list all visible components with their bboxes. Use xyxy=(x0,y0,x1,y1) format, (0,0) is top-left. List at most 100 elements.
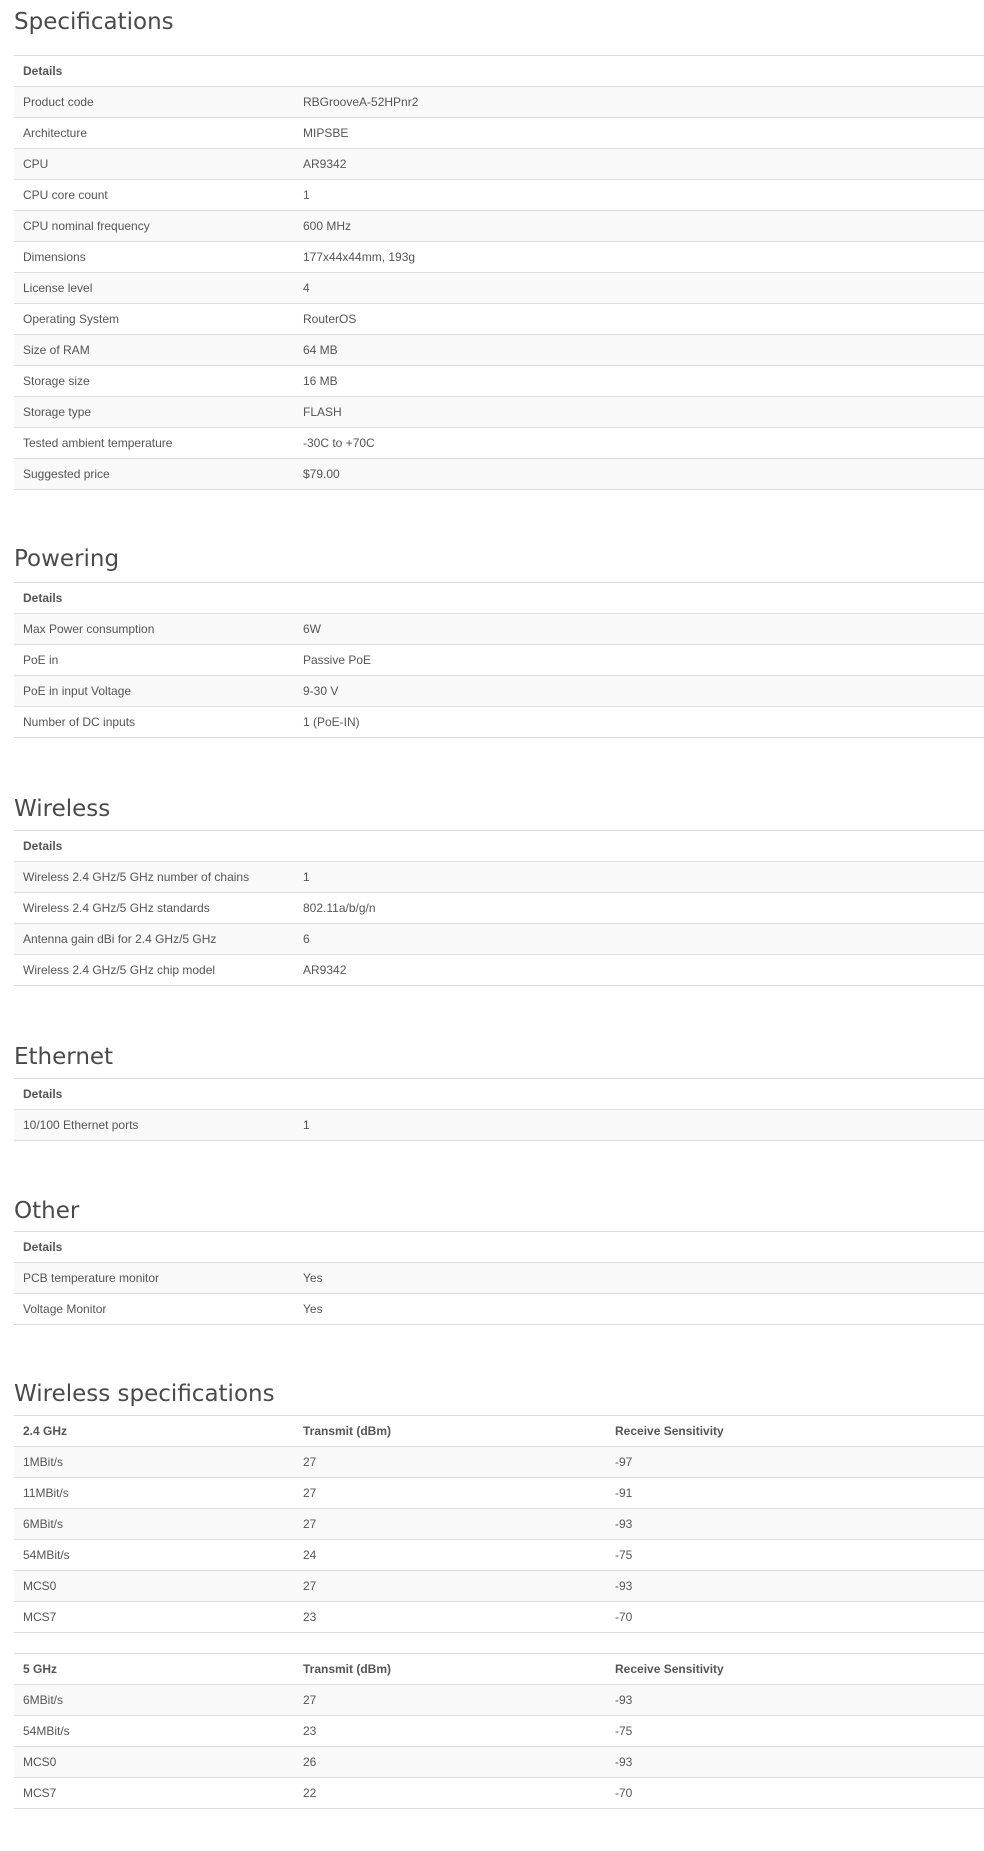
table-row: Tested ambient temperature -30C to +70C xyxy=(14,427,984,459)
spec-value: RBGrooveA-52HPnr2 xyxy=(294,86,984,118)
receive-sensitivity-cell: -93 xyxy=(606,1508,984,1540)
spec-label: CPU xyxy=(14,148,294,180)
spec-label: Wireless 2.4 GHz/5 GHz number of chains xyxy=(14,861,294,893)
receive-sensitivity-cell: -93 xyxy=(606,1746,984,1778)
table-header-details: Details xyxy=(14,830,984,862)
spec-value: 1 xyxy=(294,1109,984,1141)
section-title-ethernet: Ethernet xyxy=(14,1044,114,1070)
spec-label: Architecture xyxy=(14,117,294,149)
table-row: Voltage Monitor Yes xyxy=(14,1293,984,1325)
spec-label: Tested ambient temperature xyxy=(14,427,294,459)
spec-value: AR9342 xyxy=(294,954,984,986)
transmit-cell: 22 xyxy=(294,1777,606,1809)
table-header-details: Details xyxy=(14,55,984,87)
specifications-table: Details Product code RBGrooveA-52HPnr2 Arc… xyxy=(14,55,984,490)
section-title-wireless: Wireless xyxy=(14,796,111,822)
spec-value: RouterOS xyxy=(294,303,984,335)
receive-sensitivity-cell: -75 xyxy=(606,1539,984,1571)
table-row: Suggested price $79.00 xyxy=(14,458,984,490)
spec-label: Number of DC inputs xyxy=(14,706,294,738)
spec-value: 16 MB xyxy=(294,365,984,397)
spec-value: FLASH xyxy=(294,396,984,428)
spec-value: Passive PoE xyxy=(294,644,984,676)
rate-cell: 11MBit/s xyxy=(14,1477,294,1509)
spec-value: 6 xyxy=(294,923,984,955)
spec-label: Suggested price xyxy=(14,458,294,490)
transmit-cell: 23 xyxy=(294,1601,606,1633)
spec-value: Yes xyxy=(294,1293,984,1325)
table-row: MCS7 23 -70 xyxy=(14,1601,984,1633)
table-header-row: Details xyxy=(14,55,984,87)
transmit-cell: 27 xyxy=(294,1477,606,1509)
spec-value: 6W xyxy=(294,613,984,645)
receive-sensitivity-cell: -70 xyxy=(606,1601,984,1633)
powering-table: Details Max Power consumption 6W PoE in Pas… xyxy=(14,582,984,738)
table-row: Number of DC inputs 1 (PoE-IN) xyxy=(14,706,984,738)
spec-label: 10/100 Ethernet ports xyxy=(14,1109,294,1141)
table-row: Operating System RouterOS xyxy=(14,303,984,335)
table-header-row: Details xyxy=(14,830,984,862)
table-row: License level 4 xyxy=(14,272,984,304)
rate-cell: 6MBit/s xyxy=(14,1508,294,1540)
table-row: Architecture MIPSBE xyxy=(14,117,984,149)
other-table: Details PCB temperature monitor Yes Voltag… xyxy=(14,1231,984,1325)
section-title-specifications: Specifications xyxy=(14,9,174,35)
table-row: MCS0 27 -93 xyxy=(14,1570,984,1602)
spec-label: Wireless 2.4 GHz/5 GHz standards xyxy=(14,892,294,924)
section-title-wireless-specifications: Wireless specifications xyxy=(14,1381,275,1407)
table-header-transmit: Transmit (dBm) xyxy=(294,1415,606,1447)
transmit-cell: 24 xyxy=(294,1539,606,1571)
spec-value: 64 MB xyxy=(294,334,984,366)
rate-cell: MCS0 xyxy=(14,1570,294,1602)
rate-cell: 54MBit/s xyxy=(14,1715,294,1747)
table-header-row: Details xyxy=(14,582,984,614)
ethernet-table: Details 10/100 Ethernet ports 1 xyxy=(14,1078,984,1141)
table-row: Max Power consumption 6W xyxy=(14,613,984,645)
spec-value: AR9342 xyxy=(294,148,984,180)
spec-label: Voltage Monitor xyxy=(14,1293,294,1325)
table-header-row: Details xyxy=(14,1231,984,1263)
spec-label: PCB temperature monitor xyxy=(14,1262,294,1294)
wireless-specs-5ghz-table: 5 GHz Transmit (dBm) Receive Sensitivity… xyxy=(14,1653,984,1809)
table-row: 6MBit/s 27 -93 xyxy=(14,1508,984,1540)
table-row: Wireless 2.4 GHz/5 GHz number of chains 1 xyxy=(14,861,984,893)
spec-label: Operating System xyxy=(14,303,294,335)
spec-label: License level xyxy=(14,272,294,304)
table-row: MCS0 26 -93 xyxy=(14,1746,984,1778)
spec-value: 1 xyxy=(294,179,984,211)
spec-value: 9-30 V xyxy=(294,675,984,707)
rate-cell: 1MBit/s xyxy=(14,1446,294,1478)
table-row: Antenna gain dBi for 2.4 GHz/5 GHz 6 xyxy=(14,923,984,955)
transmit-cell: 26 xyxy=(294,1746,606,1778)
table-row: 54MBit/s 24 -75 xyxy=(14,1539,984,1571)
table-row: Wireless 2.4 GHz/5 GHz standards 802.11a/… xyxy=(14,892,984,924)
spec-value: $79.00 xyxy=(294,458,984,490)
spec-page: Specifications Details Product code RBGro… xyxy=(0,0,984,1809)
receive-sensitivity-cell: -97 xyxy=(606,1446,984,1478)
spec-value: 802.11a/b/g/n xyxy=(294,892,984,924)
spec-value: 177x44x44mm, 193g xyxy=(294,241,984,273)
spec-label: CPU core count xyxy=(14,179,294,211)
wireless-table: Details Wireless 2.4 GHz/5 GHz number of… xyxy=(14,830,984,986)
spec-value: 1 xyxy=(294,861,984,893)
spec-label: Antenna gain dBi for 2.4 GHz/5 GHz xyxy=(14,923,294,955)
spec-value: 4 xyxy=(294,272,984,304)
table-row: Size of RAM 64 MB xyxy=(14,334,984,366)
spec-value: MIPSBE xyxy=(294,117,984,149)
table-row: 1MBit/s 27 -97 xyxy=(14,1446,984,1478)
spec-label: Max Power consumption xyxy=(14,613,294,645)
receive-sensitivity-cell: -75 xyxy=(606,1715,984,1747)
rate-cell: 6MBit/s xyxy=(14,1684,294,1716)
spec-label: Dimensions xyxy=(14,241,294,273)
spec-label: CPU nominal frequency xyxy=(14,210,294,242)
spec-label: PoE in input Voltage xyxy=(14,675,294,707)
wireless-specs-24ghz-table: 2.4 GHz Transmit (dBm) Receive Sensitivi… xyxy=(14,1415,984,1633)
table-row: Storage type FLASH xyxy=(14,396,984,428)
rate-cell: 54MBit/s xyxy=(14,1539,294,1571)
section-title-powering: Powering xyxy=(14,546,120,572)
table-row: 10/100 Ethernet ports 1 xyxy=(14,1109,984,1141)
spec-label: Size of RAM xyxy=(14,334,294,366)
spec-label: Storage size xyxy=(14,365,294,397)
section-title-other: Other xyxy=(14,1198,80,1224)
table-header-receive-sensitivity: Receive Sensitivity xyxy=(606,1415,984,1447)
